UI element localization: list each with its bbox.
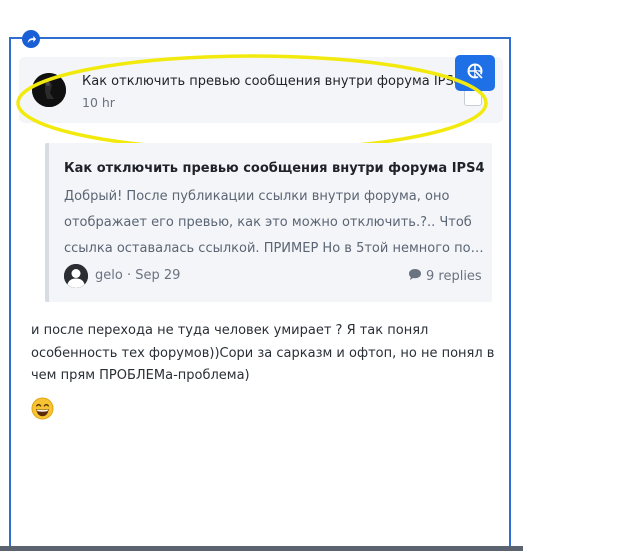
comment-icon bbox=[408, 268, 422, 285]
avatar[interactable] bbox=[32, 73, 66, 107]
frame-edge bbox=[512, 37, 523, 551]
share-arrow-icon[interactable] bbox=[22, 30, 40, 48]
replies-count[interactable]: 9 replies bbox=[408, 268, 482, 285]
grinning-smiling-eyes-emoji bbox=[31, 397, 54, 420]
post-body-text: и после перехода не туда человек умирает… bbox=[31, 323, 495, 383]
post-canvas: Как отключить превью сообщения внутри фо… bbox=[0, 0, 627, 551]
replies-label: 9 replies bbox=[426, 269, 482, 284]
link-preview-meta: gelo · Sep 29 bbox=[95, 268, 181, 283]
link-preview-excerpt: Добрый! После публикации ссылки внутри ф… bbox=[64, 189, 484, 256]
launch-button[interactable] bbox=[455, 55, 495, 91]
bottom-bar bbox=[0, 546, 523, 551]
author-avatar[interactable] bbox=[64, 264, 88, 288]
link-preview-title[interactable]: Как отключить превью сообщения внутри фо… bbox=[64, 161, 485, 176]
topic-timestamp: 10 hr bbox=[82, 95, 115, 110]
topic-title[interactable]: Как отключить превью сообщения внутри фо… bbox=[82, 74, 462, 89]
quoted-topic-header[interactable] bbox=[19, 57, 503, 123]
launch-icon bbox=[466, 62, 484, 84]
